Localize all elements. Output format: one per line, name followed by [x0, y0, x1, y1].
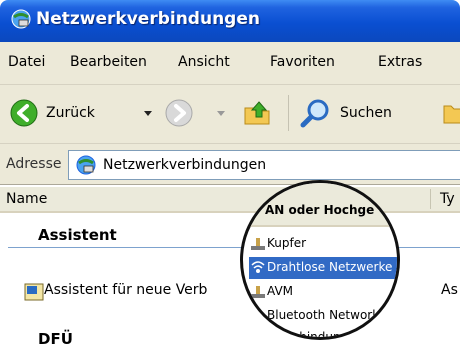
- magnifier-column-header: AN oder Hochge: [243, 183, 397, 227]
- wireless-network-icon: [251, 261, 265, 273]
- dropdown-item-bluetooth-network[interactable]: Bluetooth Network: [249, 305, 397, 327]
- dropdown-item-drahtlose-netzwerke[interactable]: Drahtlose Netzwerke: [249, 257, 397, 279]
- address-value: Netzwerkverbindungen: [103, 157, 267, 173]
- back-arrow-icon[interactable]: [10, 99, 38, 127]
- dropdown-item-label: Kupfer: [267, 236, 307, 250]
- network-connections-icon: [11, 9, 31, 29]
- folders-icon[interactable]: [442, 101, 460, 125]
- wired-network-icon: [251, 286, 265, 298]
- menu-bar: Datei Bearbeiten Ansicht Favoriten Extra…: [0, 42, 460, 85]
- search-icon[interactable]: [300, 97, 332, 129]
- menu-item-favoriten[interactable]: Favoriten: [270, 54, 335, 70]
- dropdown-item-kupfer[interactable]: Kupfer: [249, 233, 397, 255]
- column-header-name[interactable]: Name: [6, 191, 47, 207]
- dropdown-item-n-verbindung[interactable]: N-Verbindun: [249, 327, 397, 340]
- dropdown-item-label: N-Verbindun: [267, 330, 341, 340]
- menu-item-bearbeiten[interactable]: Bearbeiten: [70, 54, 147, 70]
- column-header-type[interactable]: Ty: [440, 191, 455, 207]
- dropdown-item-label: Bluetooth Network: [267, 308, 380, 322]
- menu-item-datei[interactable]: Datei: [8, 54, 45, 70]
- bluetooth-network-icon: [251, 310, 265, 322]
- forward-dropdown-chevron-icon[interactable]: [217, 111, 225, 116]
- forward-arrow-icon[interactable]: [165, 99, 193, 127]
- back-dropdown-chevron-icon[interactable]: [144, 111, 152, 116]
- wired-network-icon: [251, 238, 265, 250]
- address-bar: Adresse Netzwerkverbindungen: [0, 144, 460, 185]
- dropdown-item-label: Drahtlose Netzwerke: [267, 260, 393, 274]
- window-titlebar[interactable]: Netzwerkverbindungen: [0, 0, 460, 42]
- dropdown-item-label: AVM: [267, 284, 294, 298]
- toolbar: Zurück Suchen: [0, 85, 460, 144]
- menu-item-ansicht[interactable]: Ansicht: [178, 54, 230, 70]
- back-button[interactable]: Zurück: [46, 105, 95, 121]
- address-field[interactable]: Netzwerkverbindungen: [68, 150, 460, 180]
- wired-network-icon: [256, 332, 260, 337]
- group-title-assistent: Assistent: [38, 226, 117, 244]
- list-item-assistent-type: As: [441, 282, 458, 298]
- magnifier-header-text: AN oder Hochge: [265, 203, 375, 217]
- dropdown-item-avm[interactable]: AVM: [249, 281, 397, 303]
- menu-item-extras[interactable]: Extras: [378, 54, 422, 70]
- folder-up-icon[interactable]: [243, 99, 273, 127]
- search-button[interactable]: Suchen: [340, 105, 392, 121]
- magnifier-zoom: AN oder Hochge Kupfer Drahtlose Netzwerk…: [240, 180, 400, 340]
- window-title: Netzwerkverbindungen: [36, 9, 260, 29]
- wizard-icon: [24, 283, 44, 301]
- address-label: Adresse: [6, 156, 62, 172]
- column-divider[interactable]: [430, 189, 431, 209]
- toolbar-separator: [288, 95, 289, 131]
- network-connections-icon: [76, 155, 96, 175]
- group-title-dfu: DFÜ: [38, 330, 73, 348]
- list-item-assistent-label[interactable]: Assistent für neue Verb: [44, 282, 207, 298]
- column-divider: [391, 201, 392, 223]
